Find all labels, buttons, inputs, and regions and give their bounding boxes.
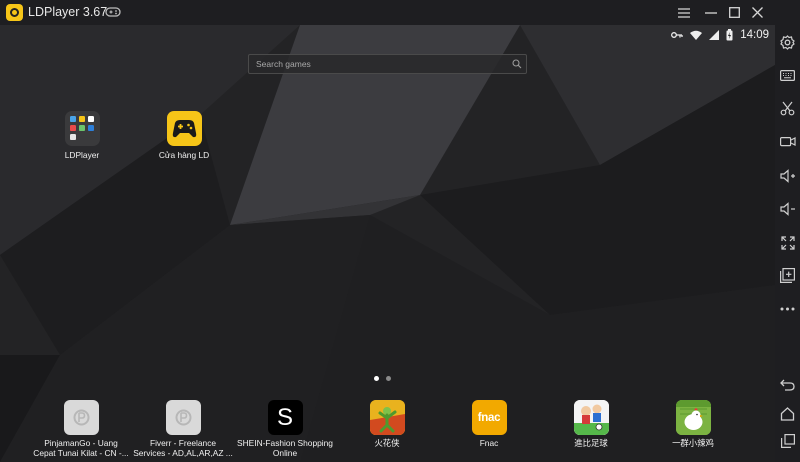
clock: 14:09 <box>740 29 769 41</box>
app-label-line1: PinjamanGo - Uang <box>44 438 118 448</box>
hamburger-menu-icon <box>678 7 690 18</box>
minimize-icon <box>705 11 717 14</box>
keyboard-icon <box>780 70 795 81</box>
emulator-toolbar <box>775 25 800 462</box>
emulator-window: LDPlayer 3.67 14:09 Search games LDPlaye… <box>0 0 800 462</box>
volume-up-button[interactable] <box>778 166 797 185</box>
wifi-icon <box>690 30 703 40</box>
soccer-game-icon <box>573 400 609 435</box>
app-label-line2: Services - AD,AL,AR,AZ ... <box>133 448 233 458</box>
app-label: 一群小辣鸡 <box>672 438 714 448</box>
close-icon <box>751 7 763 18</box>
app-cua-hang-ld[interactable]: Cửa hàng LD <box>139 111 229 160</box>
title-bar[interactable]: LDPlayer 3.67 <box>0 0 800 25</box>
install-apk-button[interactable] <box>778 266 797 285</box>
app-label-line1: SHEIN-Fashion Shopping <box>237 438 333 448</box>
volume-up-icon <box>779 168 795 183</box>
page-indicator <box>374 376 391 381</box>
volume-down-button[interactable] <box>778 199 797 218</box>
app-label: 火花侠 <box>374 438 400 448</box>
more-dots-icon <box>780 307 795 310</box>
record-video-button[interactable] <box>778 132 797 151</box>
ldplayer-folder-icon <box>64 111 100 146</box>
android-screen[interactable]: 14:09 Search games LDPlayer Cửa hàng LD … <box>0 25 775 462</box>
search-icon[interactable] <box>512 59 522 69</box>
placeholder-app-icon <box>165 400 201 435</box>
fnac-icon: fnac <box>471 400 507 435</box>
app-title: LDPlayer 3.67 <box>28 5 108 19</box>
ldplayer-logo-icon <box>6 4 23 21</box>
key-icon <box>671 32 683 38</box>
fnac-logo-text: fnac <box>477 411 501 424</box>
app-label-line2: Cepat Tunai Kilat - CN -... <box>33 448 129 458</box>
wallpaper <box>0 25 775 462</box>
fullscreen-icon <box>780 235 795 250</box>
settings-button[interactable] <box>778 33 797 52</box>
ld-store-gamepad-icon <box>166 111 202 146</box>
back-button[interactable] <box>778 375 797 394</box>
more-options-button[interactable] <box>778 299 797 318</box>
maximize-icon <box>728 7 740 18</box>
app-label-line1: Fiverr - Freelance <box>149 438 217 448</box>
keyboard-mapping-button[interactable] <box>778 66 797 85</box>
huohuaxia-game-icon <box>369 400 405 435</box>
app-label: LDPlayer <box>64 150 100 160</box>
search-games-bar[interactable]: Search games <box>248 54 527 74</box>
video-camera-icon <box>779 137 796 147</box>
home-button[interactable] <box>778 404 797 423</box>
app-ldplayer-folder[interactable]: LDPlayer <box>37 111 127 160</box>
fullscreen-button[interactable] <box>778 233 797 252</box>
close-button[interactable] <box>747 3 767 22</box>
recent-apps-button[interactable] <box>778 431 797 450</box>
shein-letter: S <box>276 403 293 431</box>
app-label: Fnac <box>479 438 499 448</box>
gamepad-icon[interactable] <box>105 6 121 18</box>
gear-icon <box>780 35 795 50</box>
app-label: Cửa hàng LD <box>158 150 210 160</box>
page-dot-active[interactable] <box>374 376 379 381</box>
back-arrow-icon <box>780 379 795 391</box>
battery-charging-icon <box>726 29 733 41</box>
home-icon <box>780 406 795 421</box>
status-bar: 14:09 <box>671 28 769 42</box>
recent-apps-icon <box>780 433 795 448</box>
page-dot[interactable] <box>386 376 391 381</box>
minimize-button[interactable] <box>701 3 721 22</box>
add-window-icon <box>780 268 795 283</box>
shein-icon: S <box>267 400 303 435</box>
chicken-game-icon <box>675 400 711 435</box>
search-placeholder: Search games <box>256 59 311 69</box>
volume-down-icon <box>779 201 795 216</box>
placeholder-app-icon <box>63 400 99 435</box>
app-label-line2: Online <box>272 448 298 458</box>
screenshot-button[interactable] <box>778 99 797 118</box>
scissors-icon <box>780 101 795 116</box>
app-chicken-game[interactable]: 一群小辣鸡 <box>633 400 753 448</box>
app-label: 進比足球 <box>574 438 608 448</box>
menu-button[interactable] <box>674 3 694 22</box>
maximize-button[interactable] <box>724 3 744 22</box>
signal-icon <box>709 30 720 40</box>
